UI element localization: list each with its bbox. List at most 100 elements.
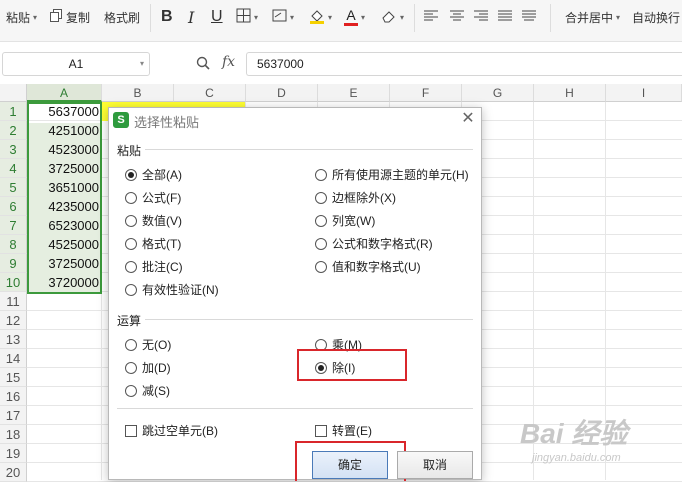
row-header-14[interactable]: 14 <box>0 349 27 368</box>
italic-icon: I <box>188 7 195 27</box>
column-header-c[interactable]: C <box>174 84 246 102</box>
row-header-9[interactable]: 9 <box>0 254 27 273</box>
op-none-option[interactable]: 无(O) <box>125 336 171 353</box>
align-center-button[interactable] <box>450 0 464 34</box>
row-header-13[interactable]: 13 <box>0 330 27 349</box>
cancel-button[interactable]: 取消 <box>397 451 473 479</box>
row-header-6[interactable]: 6 <box>0 197 27 216</box>
paste-option[interactable]: 全部(A) <box>125 166 182 183</box>
paste-option[interactable]: 有效性验证(N) <box>125 281 219 298</box>
skip-blanks-label: 跳过空单元(B) <box>142 424 218 438</box>
radio[interactable] <box>125 191 137 204</box>
paste-option[interactable]: 公式和数字格式(R) <box>315 235 433 252</box>
paste-option[interactable]: 批注(C) <box>125 258 183 275</box>
radio-selected[interactable] <box>125 168 137 181</box>
paste-option[interactable]: 列宽(W) <box>315 212 375 229</box>
row-header-15[interactable]: 15 <box>0 368 27 387</box>
column-header-b[interactable]: B <box>102 84 174 102</box>
radio[interactable] <box>315 214 327 227</box>
column-header-f[interactable]: F <box>390 84 462 102</box>
fill-color-button[interactable]: ▾ <box>309 0 332 34</box>
transpose-option[interactable]: 转置(E) <box>315 422 372 439</box>
copy-button[interactable]: 复制 <box>50 0 90 34</box>
row-header-7[interactable]: 7 <box>0 216 27 235</box>
radio[interactable] <box>315 260 327 273</box>
row-header-12[interactable]: 12 <box>0 311 27 330</box>
row-header-4[interactable]: 4 <box>0 159 27 178</box>
row-header-5[interactable]: 5 <box>0 178 27 197</box>
cell-style-button[interactable]: ▾ <box>272 0 294 34</box>
row-header-1[interactable]: 1 <box>0 102 27 121</box>
radio[interactable] <box>125 237 137 250</box>
row-header-11[interactable]: 11 <box>0 292 27 311</box>
close-icon[interactable]: ✕ <box>459 110 477 128</box>
column-header-i[interactable]: I <box>606 84 682 102</box>
row-header-10[interactable]: 10 <box>0 273 27 292</box>
row-header-17[interactable]: 17 <box>0 406 27 425</box>
paste-option[interactable]: 公式(F) <box>125 189 181 206</box>
wrap-text-label: 自动换行 <box>632 10 681 25</box>
paste-option[interactable]: 所有使用源主题的单元(H) <box>315 166 469 183</box>
ok-button[interactable]: 确定 <box>312 451 388 479</box>
radio[interactable] <box>125 214 137 227</box>
row-header-8[interactable]: 8 <box>0 235 27 254</box>
radio[interactable] <box>125 338 137 351</box>
align-left-button[interactable] <box>424 0 438 34</box>
radio[interactable] <box>125 384 137 397</box>
name-box[interactable]: A1 ▾ <box>2 52 150 76</box>
radio[interactable] <box>315 168 327 181</box>
underline-button[interactable]: U <box>211 0 223 34</box>
paste-option-label: 公式(F) <box>142 191 182 205</box>
row-header-16[interactable]: 16 <box>0 387 27 406</box>
column-header-e[interactable]: E <box>318 84 390 102</box>
italic-button[interactable]: I <box>188 0 194 34</box>
radio[interactable] <box>125 260 137 273</box>
merge-center-button[interactable]: 合并居中 ▾ <box>565 0 620 34</box>
radio[interactable] <box>125 283 137 296</box>
row-header-19[interactable]: 19 <box>0 444 27 463</box>
paste-label: 粘贴 <box>6 10 31 25</box>
row-header-18[interactable]: 18 <box>0 425 27 444</box>
skip-blanks-option[interactable]: 跳过空单元(B) <box>125 422 218 439</box>
checkbox[interactable] <box>315 424 327 437</box>
eraser-icon <box>381 9 397 26</box>
paste-option[interactable]: 值和数字格式(U) <box>315 258 421 275</box>
paste-option[interactable]: 边框除外(X) <box>315 189 396 206</box>
row-header-20[interactable]: 20 <box>0 463 27 482</box>
formula-input[interactable]: 5637000 <box>246 52 682 76</box>
checkbox[interactable] <box>125 424 137 437</box>
paste-button[interactable]: 粘贴 ▾ <box>6 0 37 34</box>
format-painter-button[interactable]: 格式刷 <box>104 0 140 34</box>
distributed-button[interactable] <box>522 0 536 34</box>
op-subtract-option[interactable]: 减(S) <box>125 382 170 399</box>
paste-option-label: 数值(V) <box>142 214 182 228</box>
align-left-icon <box>424 10 438 25</box>
wrap-text-button[interactable]: 自动换行 <box>632 0 680 34</box>
watermark-url: jingyan.baidu.com <box>532 452 621 464</box>
clear-button[interactable]: ▾ <box>381 0 404 34</box>
justify-button[interactable] <box>498 0 512 34</box>
border-button[interactable]: ▾ <box>236 0 258 34</box>
op-add-option[interactable]: 加(D) <box>125 359 171 376</box>
radio[interactable] <box>125 361 137 374</box>
font-color-button[interactable]: A ▾ <box>344 0 365 34</box>
name-box-value: A1 <box>68 57 84 71</box>
zoom-icon[interactable] <box>196 56 210 70</box>
column-header-d[interactable]: D <box>246 84 318 102</box>
operation-section-label: 运算 <box>117 314 142 328</box>
radio[interactable] <box>315 237 327 250</box>
paste-option[interactable]: 格式(T) <box>125 235 181 252</box>
column-header-a[interactable]: A <box>27 84 102 102</box>
bold-button[interactable]: B <box>161 0 173 34</box>
row-header-2[interactable]: 2 <box>0 121 27 140</box>
column-header-g[interactable]: G <box>462 84 534 102</box>
dialog-titlebar[interactable]: S 选择性粘贴 ✕ <box>109 108 481 132</box>
paste-option[interactable]: 数值(V) <box>125 212 182 229</box>
fx-button[interactable]: fx <box>222 54 235 70</box>
align-right-button[interactable] <box>474 0 488 34</box>
chevron-down-icon[interactable]: ▾ <box>140 59 144 68</box>
row-header-3[interactable]: 3 <box>0 140 27 159</box>
select-all-corner[interactable] <box>0 84 27 102</box>
radio[interactable] <box>315 191 327 204</box>
column-header-h[interactable]: H <box>534 84 606 102</box>
